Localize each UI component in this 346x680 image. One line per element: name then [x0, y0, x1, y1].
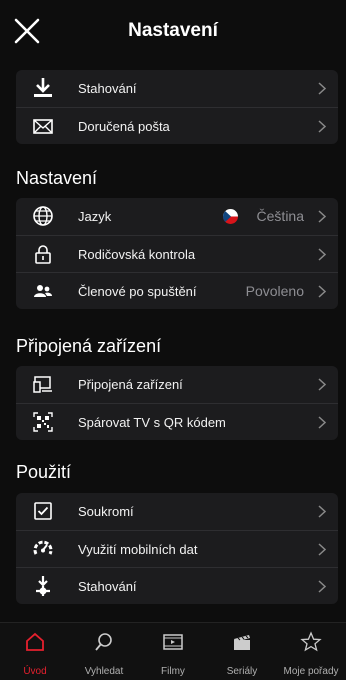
chevron-right-icon [318, 505, 326, 518]
download-settings-label: Stahování [78, 579, 137, 594]
users-icon [34, 285, 52, 297]
pair-tv-qr-row[interactable]: Spárovat TV s QR kódem [16, 403, 338, 440]
devices-icon [33, 376, 52, 393]
chevron-right-icon [318, 378, 326, 391]
chevron-right-icon [318, 82, 326, 95]
qr-code-icon [33, 412, 53, 432]
parental-control-label: Rodičovská kontrola [78, 247, 196, 262]
language-label: Jazyk [78, 209, 112, 224]
language-row[interactable]: Jazyk Čeština [16, 198, 338, 235]
inbox-row[interactable]: Doručená pošta [16, 107, 338, 144]
tab-my-shows-label: Moje pořady [283, 666, 339, 677]
tab-search[interactable]: Vyhledat [69, 623, 139, 680]
mail-icon [33, 119, 53, 134]
top-group: Stahování Doručená pošta [16, 70, 338, 144]
checkbox-icon [34, 502, 52, 520]
members-on-launch-label: Členové po spuštění [78, 284, 197, 299]
mobile-data-row[interactable]: Využití mobilních dat [16, 530, 338, 567]
czech-flag-icon [223, 209, 238, 224]
tab-series-label: Seriály [226, 666, 258, 677]
tab-movies[interactable]: Filmy [138, 623, 208, 680]
tab-series[interactable]: Seriály [207, 623, 277, 680]
usage-group: Soukromí Využití mobilních dat Stahování [16, 493, 338, 604]
chevron-right-icon [318, 580, 326, 593]
chevron-right-icon [318, 120, 326, 133]
tab-home-label: Úvod [23, 666, 47, 677]
pair-tv-qr-label: Spárovat TV s QR kódem [78, 415, 226, 430]
section-title-usage: Použití [16, 462, 72, 482]
connected-devices-row[interactable]: Připojená zařízení [16, 366, 338, 403]
search-icon [95, 633, 112, 651]
privacy-row[interactable]: Soukromí [16, 493, 338, 530]
connected-devices-label: Připojená zařízení [78, 377, 183, 392]
inbox-label: Doručená pošta [78, 119, 170, 134]
globe-icon [33, 206, 53, 226]
language-value: Čeština [256, 208, 304, 224]
page-title: Nastavení [128, 20, 218, 41]
mobile-data-label: Využití mobilních dat [78, 542, 198, 557]
members-on-launch-row[interactable]: Členové po spuštění Povoleno [16, 272, 338, 309]
film-icon [163, 634, 183, 650]
parental-control-row[interactable]: Rodičovská kontrola [16, 235, 338, 272]
chevron-right-icon [318, 210, 326, 223]
members-on-launch-value: Povoleno [245, 283, 304, 299]
star-icon [300, 631, 322, 652]
section-title-settings: Nastavení [16, 168, 98, 188]
chevron-right-icon [318, 248, 326, 261]
tab-movies-label: Filmy [161, 666, 185, 677]
devices-group: Připojená zařízení Spárovat TV s QR kóde… [16, 366, 338, 440]
lock-icon [35, 245, 51, 264]
header: Nastavení [0, 0, 346, 66]
tab-my-shows[interactable]: Moje pořady [276, 623, 346, 680]
download-icon [34, 78, 52, 97]
tab-search-label: Vyhledat [84, 666, 124, 677]
gauge-icon [33, 540, 53, 555]
chevron-right-icon [318, 416, 326, 429]
settings-group: Jazyk Čeština Rodičovská kontrola Členov… [16, 198, 338, 309]
downloads-row[interactable]: Stahování [16, 70, 338, 107]
downloads-label: Stahování [78, 81, 137, 96]
clapperboard-icon [234, 635, 250, 650]
download-settings-row[interactable]: Stahování [16, 567, 338, 604]
tab-home[interactable]: Úvod [0, 623, 70, 680]
chevron-right-icon [318, 285, 326, 298]
privacy-label: Soukromí [78, 504, 134, 519]
chevron-right-icon [318, 543, 326, 556]
home-icon [26, 632, 44, 651]
bottom-tab-bar: Úvod Vyhledat Filmy Seriály Moje pořady [0, 622, 346, 680]
section-title-devices: Připojená zařízení [16, 336, 162, 356]
download-settings-icon [36, 576, 50, 596]
